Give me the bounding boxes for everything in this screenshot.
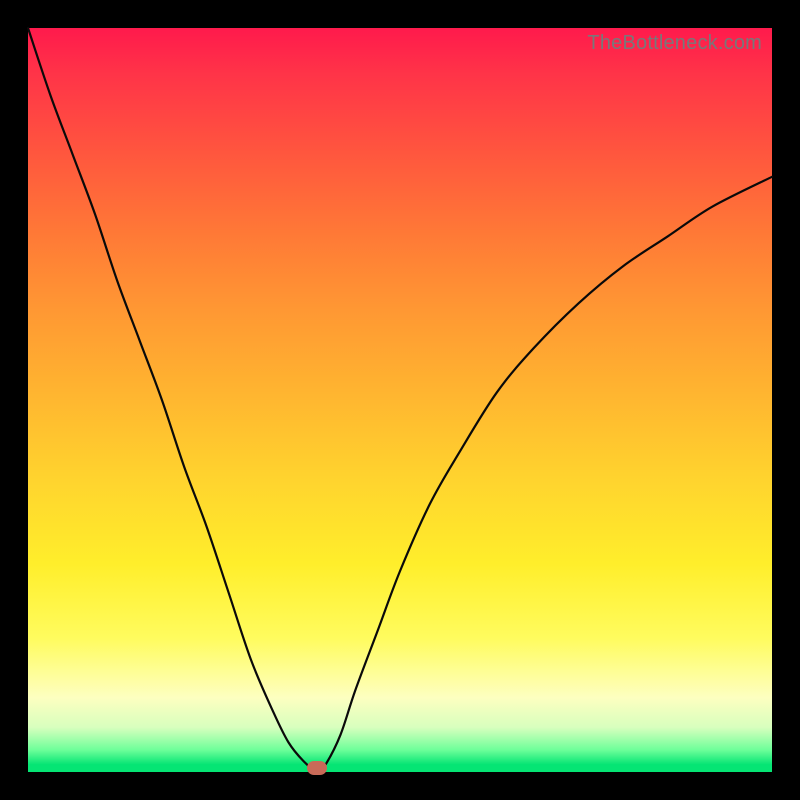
chart-stage: TheBottleneck.com bbox=[0, 0, 800, 800]
curve-path bbox=[28, 28, 772, 772]
curve-svg bbox=[28, 28, 772, 772]
plot-area: TheBottleneck.com bbox=[28, 28, 772, 772]
minimum-marker bbox=[307, 761, 327, 775]
